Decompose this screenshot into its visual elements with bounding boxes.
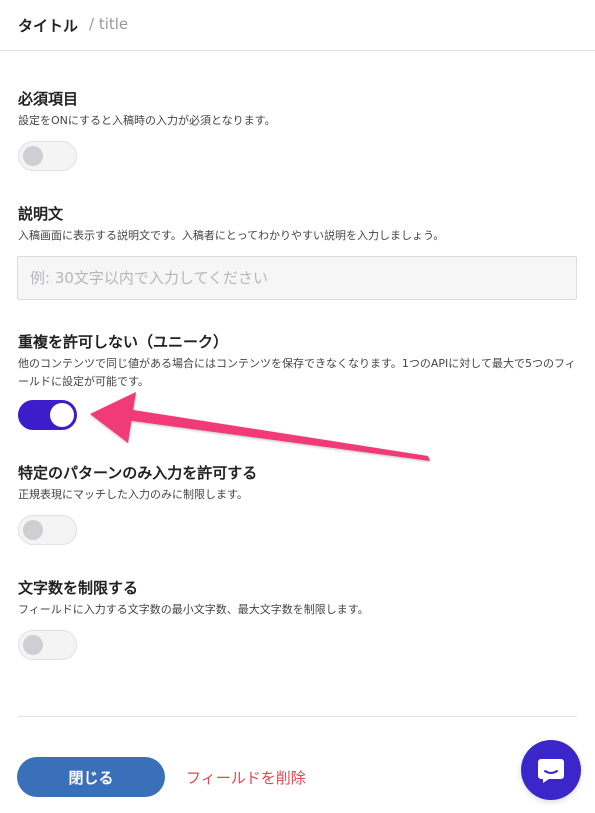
description-help: 入稿画面に表示する説明文です。入稿者にとってわかりやすい説明を入力しましょう。 [18, 229, 445, 242]
footer-divider [18, 716, 577, 717]
required-toggle[interactable] [18, 141, 77, 171]
field-id: / title [89, 15, 129, 33]
field-settings-panel: タイトル / title 必須項目 設定をONにすると入稿時の入力が必須となりま… [0, 0, 595, 813]
required-title: 必須項目 [18, 90, 79, 108]
close-button[interactable]: 閉じる [17, 757, 165, 797]
unique-toggle[interactable] [18, 400, 77, 430]
toggle-knob [23, 635, 43, 655]
delete-field-link[interactable]: フィールドを削除 [186, 767, 306, 788]
pattern-title: 特定のパターンのみ入力を許可する [18, 464, 258, 482]
toggle-knob [50, 403, 74, 427]
length-title: 文字数を制限する [18, 579, 139, 597]
length-setting: 文字数を制限する フィールドに入力する文字数の最小文字数、最大文字数を制限します… [18, 578, 578, 619]
length-toggle[interactable] [18, 630, 77, 660]
unique-title: 重複を許可しない（ユニーク） [18, 333, 229, 351]
required-description: 設定をONにすると入稿時の入力が必須となります。 [18, 114, 276, 127]
chat-bubble-icon [538, 759, 564, 783]
unique-setting: 重複を許可しない（ユニーク） 他のコンテンツで同じ値がある場合にはコンテンツを保… [18, 332, 578, 391]
field-name: タイトル [18, 17, 79, 35]
toggle-knob [23, 520, 43, 540]
unique-description: 他のコンテンツで同じ値がある場合にはコンテンツを保存できなくなります。1つのAP… [18, 357, 576, 388]
pattern-description: 正規表現にマッチした入力のみに制限します。 [18, 488, 248, 501]
pattern-toggle[interactable] [18, 515, 77, 545]
description-input[interactable] [17, 256, 577, 300]
required-setting: 必須項目 設定をONにすると入稿時の入力が必須となります。 [18, 89, 578, 130]
chat-button[interactable] [521, 740, 581, 800]
length-description: フィールドに入力する文字数の最小文字数、最大文字数を制限します。 [18, 603, 369, 616]
toggle-knob [23, 146, 43, 166]
panel-header: タイトル / title [0, 0, 595, 51]
pattern-setting: 特定のパターンのみ入力を許可する 正規表現にマッチした入力のみに制限します。 [18, 463, 578, 504]
description-title: 説明文 [18, 205, 64, 223]
description-setting: 説明文 入稿画面に表示する説明文です。入稿者にとってわかりやすい説明を入力しまし… [18, 204, 578, 245]
